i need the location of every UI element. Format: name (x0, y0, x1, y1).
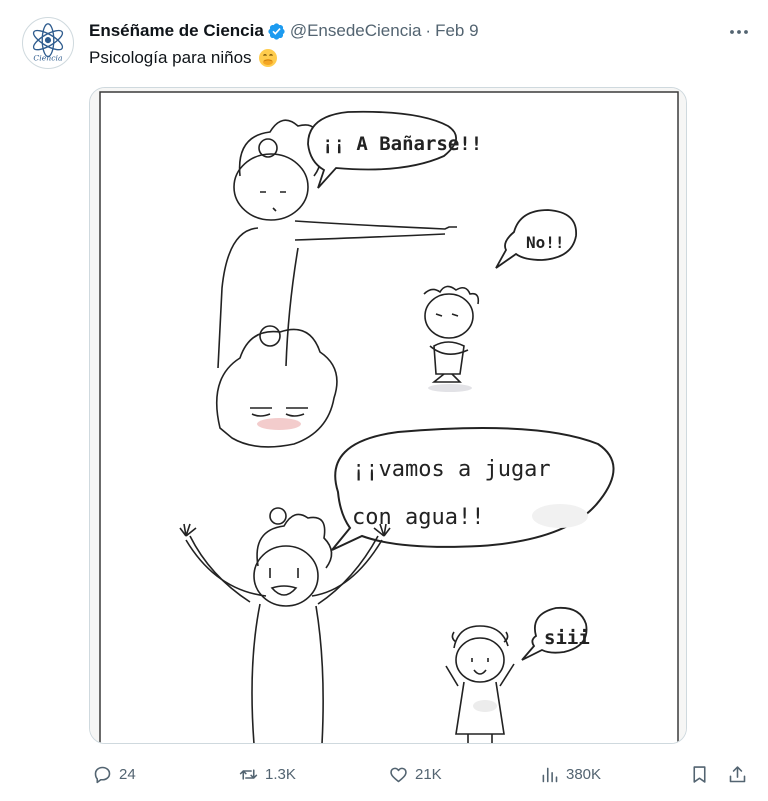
like-count: 21K (415, 765, 442, 783)
retweet-count: 1.3K (265, 765, 296, 783)
avatar[interactable]: Ciencia (22, 17, 74, 69)
analytics-bars-icon (542, 767, 558, 782)
tweet-text: Psicología para niños (89, 48, 278, 68)
heart-icon (390, 767, 407, 782)
bookmark-button[interactable] (689, 757, 710, 791)
view-count: 380K (566, 765, 602, 783)
bubble-3-line2-text: con agua!! (352, 505, 484, 530)
timestamp[interactable]: Feb 9 (435, 21, 478, 41)
reply-icon (94, 766, 111, 783)
tweet-header: Enséñame de Ciencia @EnsedeCiencia · Feb… (89, 20, 479, 42)
like-button[interactable]: 21K (388, 757, 442, 791)
reply-button[interactable]: 24 (92, 757, 136, 791)
retweet-icon (239, 768, 258, 780)
tweet-card[interactable]: Ciencia Enséñame de Ciencia @EnsedeCienc… (0, 0, 768, 801)
share-icon (729, 765, 746, 782)
more-options-icon[interactable] (728, 22, 750, 42)
face-with-hand-over-mouth-emoji (258, 49, 277, 67)
tweet-image[interactable]: ¡¡ A Bañarse!! No!! ¡¡vamos a jugar con … (89, 87, 687, 744)
bubble-1-text: ¡¡ A Bañarse!! (322, 133, 482, 155)
views-button[interactable]: 380K (539, 757, 601, 791)
bubble-2-text: No!! (526, 233, 565, 252)
bookmark-icon (693, 765, 706, 783)
action-bar: 24 1.3K 21K 380K (0, 757, 768, 791)
bubble-3-line1-text: ¡¡vamos a jugar (352, 457, 551, 482)
bubble-4-text: siii (544, 627, 590, 649)
comic-illustration: ¡¡ A Bañarse!! No!! ¡¡vamos a jugar con … (90, 88, 686, 743)
tweet-text-content: Psicología para niños (89, 48, 252, 67)
share-button[interactable] (727, 757, 748, 791)
atom-logo-icon: Ciencia (23, 18, 73, 68)
retweet-button[interactable]: 1.3K (238, 757, 296, 791)
reply-count: 24 (119, 765, 136, 783)
handle[interactable]: @EnsedeCiencia (290, 21, 422, 41)
verified-badge-icon (268, 22, 285, 40)
avatar-logo-text: Ciencia (33, 53, 63, 62)
dot-separator: · (425, 21, 432, 40)
display-name[interactable]: Enséñame de Ciencia (89, 21, 264, 41)
